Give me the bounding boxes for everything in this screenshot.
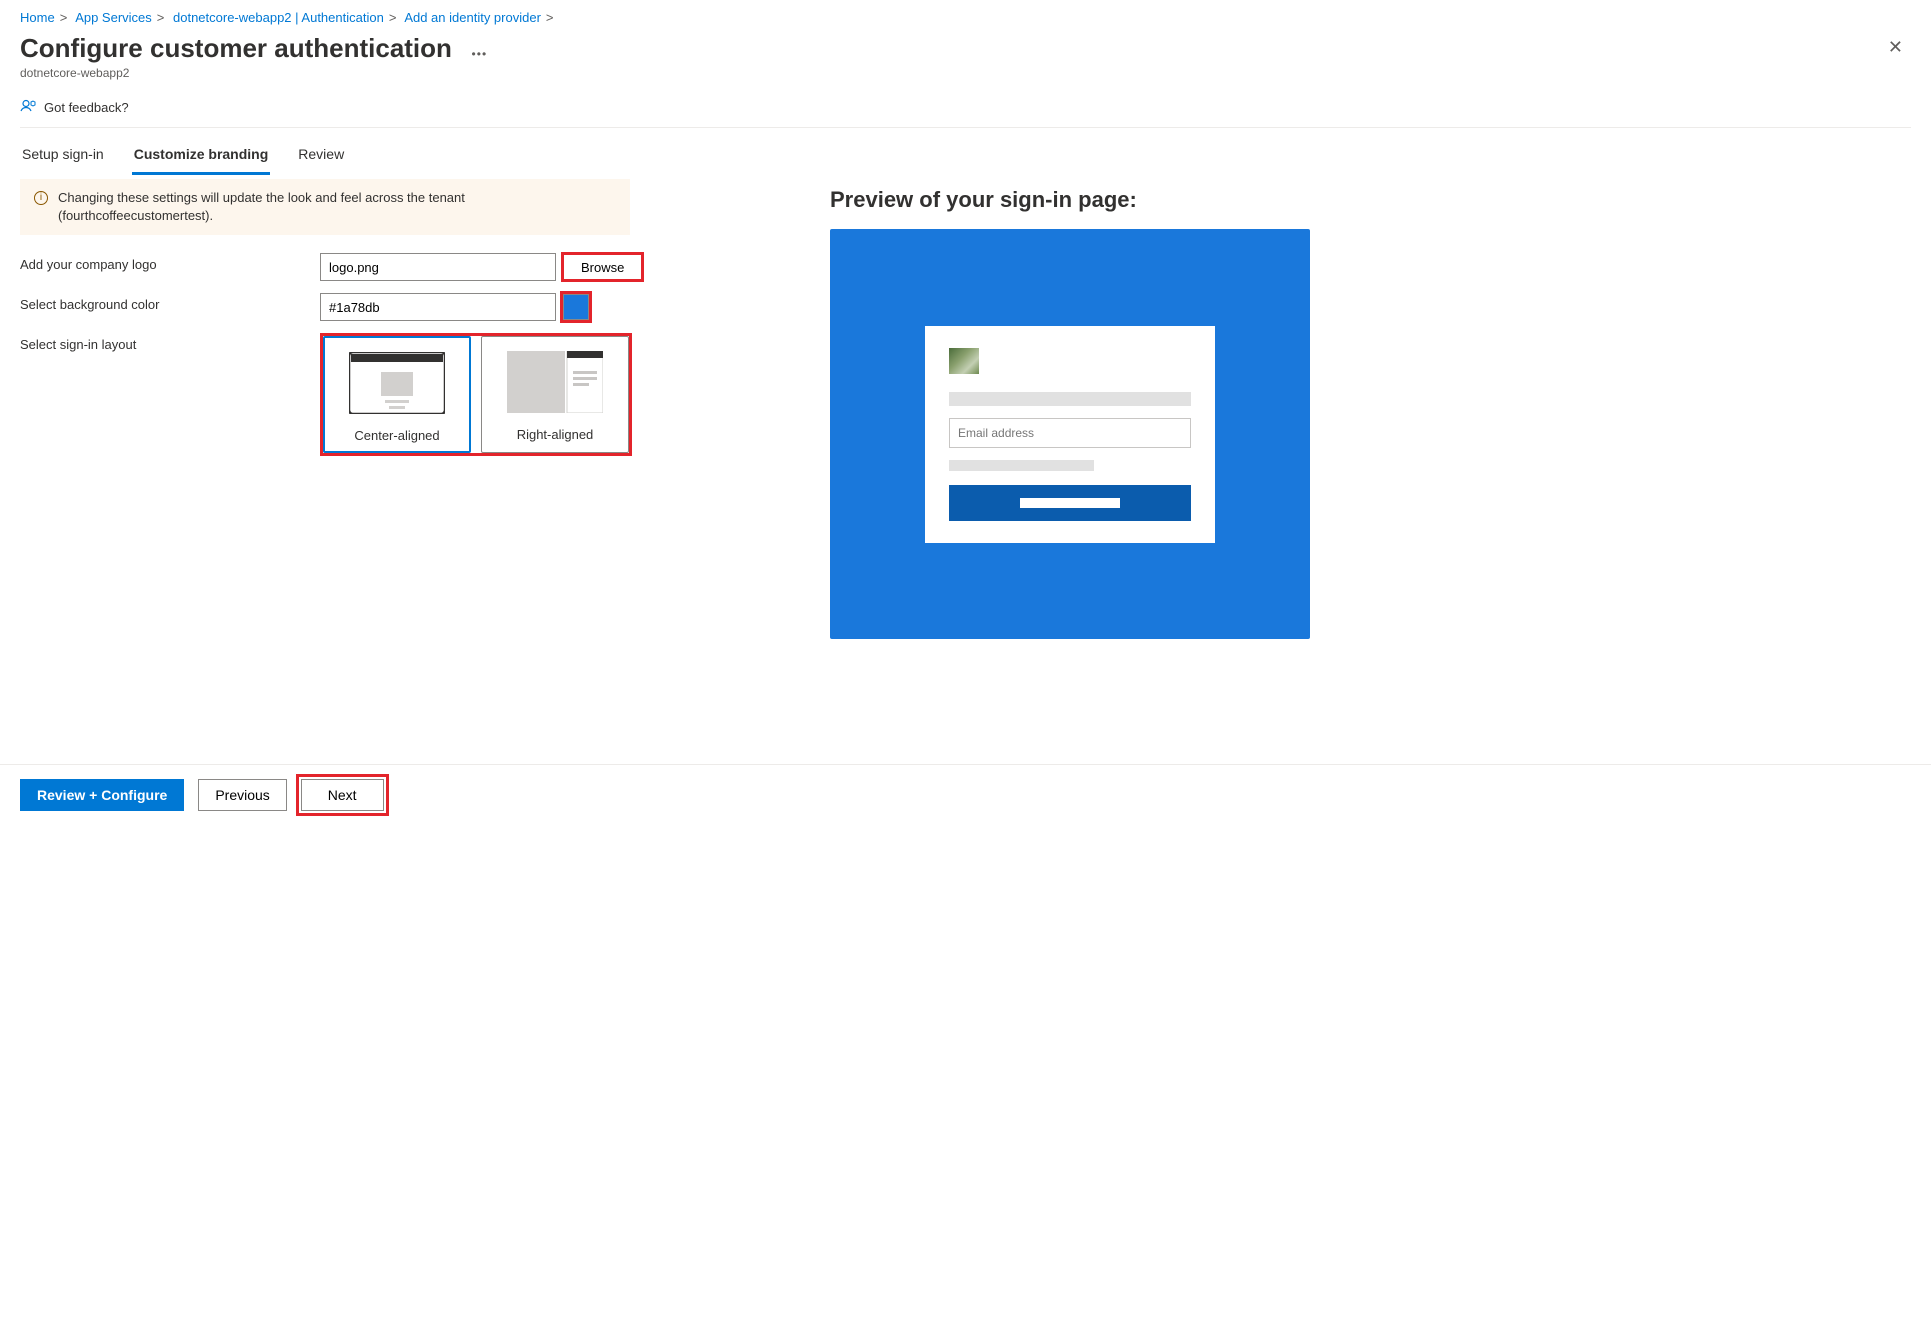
feedback-icon: [20, 98, 36, 117]
preview-box: Email address: [830, 229, 1310, 639]
previous-button[interactable]: Previous: [198, 779, 286, 811]
breadcrumb-app-services[interactable]: App Services: [75, 10, 152, 25]
layout-option-center[interactable]: Center-aligned: [323, 336, 471, 453]
feedback-label: Got feedback?: [44, 100, 129, 115]
layout-label: Select sign-in layout: [20, 333, 320, 352]
preview-title: Preview of your sign-in page:: [830, 187, 1310, 213]
tabs: Setup sign-in Customize branding Review: [20, 136, 1911, 175]
layout-option-right[interactable]: Right-aligned: [481, 336, 629, 453]
logo-filename-input[interactable]: [320, 253, 556, 281]
page-subtitle: dotnetcore-webapp2: [20, 66, 487, 80]
signin-placeholder-bar: [949, 392, 1191, 406]
page-title: Configure customer authentication: [20, 33, 452, 64]
signin-email-input: Email address: [949, 418, 1191, 448]
layout-thumb-right-icon: [490, 347, 620, 417]
layout-thumb-center-icon: [333, 348, 461, 418]
review-configure-button[interactable]: Review + Configure: [20, 779, 184, 811]
signin-placeholder-bar-short: [949, 460, 1094, 471]
close-button[interactable]: ✕: [1880, 33, 1911, 62]
breadcrumb-add-idp[interactable]: Add an identity provider: [404, 10, 541, 25]
signin-card: Email address: [925, 326, 1215, 543]
signin-submit-label-placeholder: [1020, 498, 1120, 508]
logo-label: Add your company logo: [20, 253, 320, 272]
info-icon: i: [34, 191, 48, 205]
breadcrumb-auth[interactable]: dotnetcore-webapp2 | Authentication: [173, 10, 384, 25]
feedback-link[interactable]: Got feedback?: [20, 98, 1911, 128]
bgcolor-input[interactable]: [320, 293, 556, 321]
signin-logo-image: [949, 348, 979, 374]
info-banner: i Changing these settings will update th…: [20, 179, 630, 235]
browse-button[interactable]: Browse: [562, 253, 643, 281]
layout-option-right-caption: Right-aligned: [490, 427, 620, 442]
close-icon: ✕: [1888, 37, 1903, 57]
next-button[interactable]: Next: [301, 779, 384, 811]
bgcolor-label: Select background color: [20, 293, 320, 312]
bgcolor-swatch[interactable]: [563, 294, 589, 320]
info-banner-text: Changing these settings will update the …: [58, 189, 616, 225]
signin-submit-button: [949, 485, 1191, 521]
breadcrumb: Home> App Services> dotnetcore-webapp2 |…: [20, 10, 1911, 25]
more-actions-icon[interactable]: •••: [472, 47, 488, 61]
layout-option-center-caption: Center-aligned: [333, 428, 461, 443]
tab-setup-signin[interactable]: Setup sign-in: [20, 136, 106, 175]
tab-customize-branding[interactable]: Customize branding: [132, 136, 271, 175]
breadcrumb-home[interactable]: Home: [20, 10, 55, 25]
footer: Review + Configure Previous Next: [0, 764, 1931, 825]
tab-review[interactable]: Review: [296, 136, 346, 175]
